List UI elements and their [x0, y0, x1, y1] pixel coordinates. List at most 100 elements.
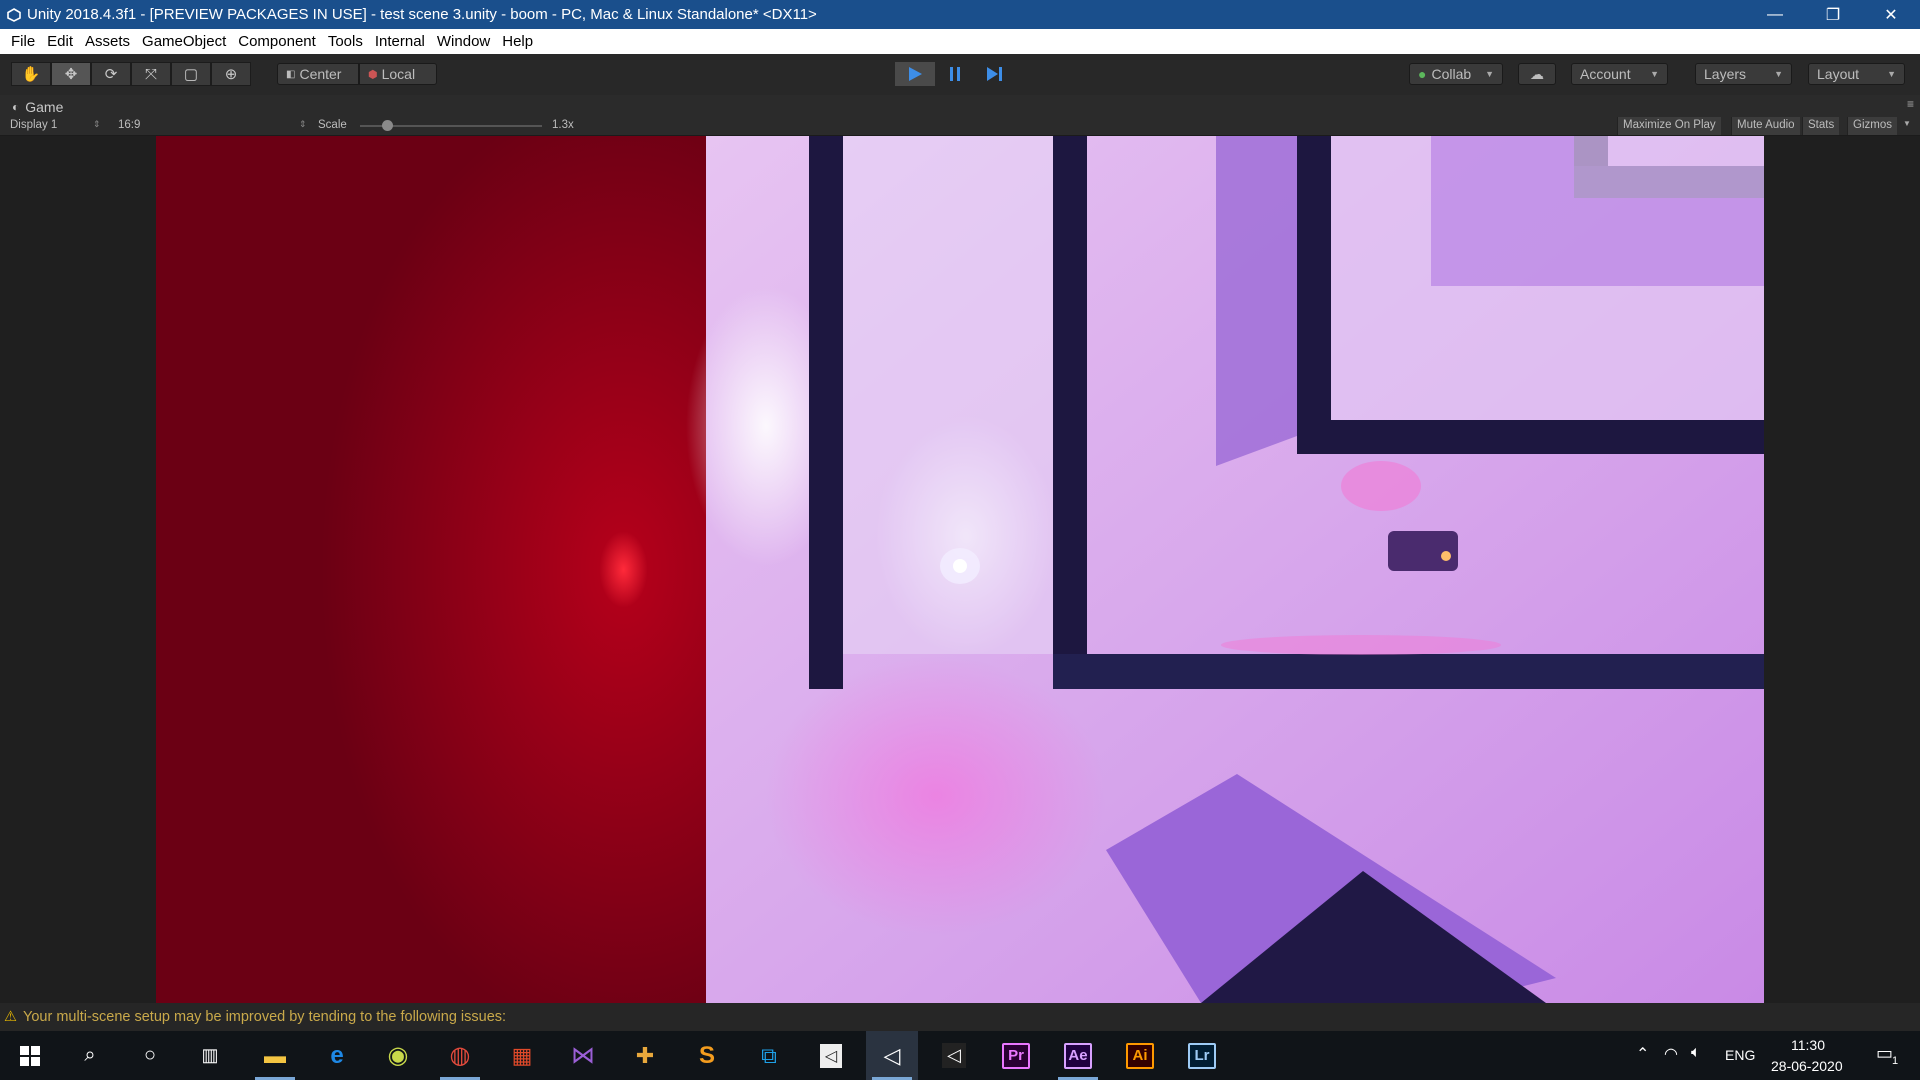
taskbar-chrome[interactable]: ◍	[434, 1031, 486, 1080]
taskbar-store[interactable]: ▦	[496, 1031, 548, 1080]
menu-internal[interactable]: Internal	[369, 29, 431, 54]
rotate-tool-button[interactable]: ⟳	[91, 62, 131, 86]
stats-button[interactable]: Stats	[1802, 117, 1840, 135]
menu-file[interactable]: File	[5, 29, 41, 54]
app-icon: ⧉	[761, 1042, 777, 1068]
gizmos-button[interactable]: Gizmos	[1847, 117, 1897, 135]
unity-icon: ◁	[942, 1043, 966, 1068]
layers-dropdown[interactable]: Layers ▼	[1695, 63, 1792, 85]
rect-icon: ▢	[183, 66, 199, 83]
taskbar: ⌕ ○ ▥ ▬ e ◉ ◍ ▦ ⋈ ✚ S ⧉ ◁ ◁ ◁ Pr Ae Ai L…	[0, 1031, 1920, 1080]
tab-game[interactable]: ◐ Game	[6, 97, 69, 116]
game-tab-label: Game	[25, 98, 64, 115]
move-icon: ✥	[64, 66, 78, 83]
layers-label: Layers	[1704, 66, 1747, 82]
premiere-icon: Pr	[1002, 1042, 1030, 1069]
game-render[interactable]	[156, 136, 1764, 1003]
chrome-icon: ◍	[449, 1042, 471, 1069]
taskbar-lightroom[interactable]: Lr	[1176, 1031, 1228, 1080]
display-dropdown[interactable]: Display 1	[10, 119, 57, 131]
status-message: Your multi-scene setup may be improved b…	[23, 1009, 507, 1025]
status-bar[interactable]: ⚠ Your multi-scene setup may be improved…	[0, 1003, 1920, 1031]
taskbar-unity-2[interactable]: ◁	[928, 1031, 980, 1080]
space-label: Local	[381, 66, 416, 82]
game-view[interactable]	[0, 136, 1920, 1003]
chevron-up-icon[interactable]: ⌃	[1636, 1044, 1649, 1064]
sublime-icon: S	[698, 1041, 715, 1069]
after-effects-icon: Ae	[1064, 1042, 1092, 1069]
menu-window[interactable]: Window	[431, 29, 496, 54]
taskbar-app-10[interactable]: ⧉	[743, 1031, 795, 1080]
taskbar-unity-editor[interactable]: ◁	[866, 1031, 918, 1080]
minimize-button[interactable]: —	[1746, 0, 1804, 29]
scale-tool-button[interactable]: ⤧	[131, 62, 171, 86]
move-tool-button[interactable]: ✥	[51, 62, 91, 86]
pivot-toggle[interactable]: ◧ Center	[277, 63, 359, 85]
scale-slider-handle[interactable]	[382, 120, 393, 131]
clock-time[interactable]: 11:30	[1791, 1037, 1825, 1053]
layout-dropdown[interactable]: Layout ▼	[1808, 63, 1905, 85]
title-bar: Unity 2018.4.3f1 - [PREVIEW PACKAGES IN …	[0, 0, 1920, 29]
taskbar-sublime[interactable]: S	[681, 1031, 733, 1080]
playback-controls	[895, 62, 1015, 86]
wifi-icon[interactable]: ◠	[1664, 1044, 1678, 1064]
clock-date[interactable]: 28-06-2020	[1771, 1058, 1843, 1074]
game-options-bar: Display 1 ⇕ 16:9 ⇕ Scale 1.3x Maximize O…	[0, 117, 1920, 135]
system-tray: ⌃ ◠ 🔈︎ ENG 11:30 28-06-2020 ▭ 1	[1630, 1031, 1920, 1080]
menu-tools[interactable]: Tools	[322, 29, 369, 54]
account-dropdown[interactable]: Account ▼	[1571, 63, 1668, 85]
panel-menu-icon[interactable]: ≡	[1907, 97, 1914, 111]
cloud-button[interactable]: ☁	[1518, 63, 1556, 85]
language-indicator[interactable]: ENG	[1725, 1047, 1755, 1063]
hand-tool-button[interactable]: ✋	[11, 62, 51, 86]
close-button[interactable]: ✕	[1862, 0, 1920, 29]
rotate-icon: ⟳	[104, 66, 118, 83]
menu-component[interactable]: Component	[232, 29, 322, 54]
pause-button[interactable]	[935, 62, 975, 86]
taskbar-unity-hub[interactable]: ◁	[805, 1031, 857, 1080]
restore-button[interactable]: ❐	[1804, 0, 1862, 29]
scale-label: Scale	[318, 119, 347, 131]
taskbar-visual-studio[interactable]: ⋈	[557, 1031, 609, 1080]
local-icon: ⬢	[368, 68, 378, 81]
check-icon: ●	[1418, 66, 1427, 82]
maximize-on-play-button[interactable]: Maximize On Play	[1617, 117, 1721, 135]
transform-tool-button[interactable]: ⊕	[211, 62, 251, 86]
taskbar-after-effects[interactable]: Ae	[1052, 1031, 1104, 1080]
taskbar-illustrator[interactable]: Ai	[1114, 1031, 1166, 1080]
account-label: Account	[1580, 66, 1631, 82]
mute-audio-button[interactable]: Mute Audio	[1731, 117, 1800, 135]
volume-icon[interactable]: 🔈︎	[1691, 1044, 1701, 1062]
taskbar-edge[interactable]: e	[311, 1031, 363, 1080]
task-view-button[interactable]: ▥	[184, 1031, 236, 1080]
cortana-icon: ○	[143, 1044, 157, 1066]
aspect-dropdown[interactable]: 16:9	[118, 119, 140, 131]
store-icon: ▦	[511, 1042, 533, 1068]
step-button[interactable]	[975, 62, 1015, 86]
chevron-down-icon: ▼	[1774, 69, 1783, 79]
chevron-down-icon: ▼	[1903, 119, 1911, 128]
rect-tool-button[interactable]: ▢	[171, 62, 211, 86]
notifications-icon[interactable]: ▭	[1876, 1043, 1893, 1064]
window-title: Unity 2018.4.3f1 - [PREVIEW PACKAGES IN …	[27, 6, 817, 23]
search-button[interactable]: ⌕	[64, 1031, 116, 1080]
menu-gameobject[interactable]: GameObject	[136, 29, 232, 54]
play-button[interactable]	[895, 62, 935, 86]
edge-icon: e	[330, 1041, 344, 1069]
taskbar-premiere[interactable]: Pr	[990, 1031, 1042, 1080]
menu-assets[interactable]: Assets	[79, 29, 136, 54]
space-toggle[interactable]: ⬢ Local	[359, 63, 437, 85]
folder-icon: ▬	[264, 1042, 286, 1068]
collab-label: Collab	[1431, 66, 1472, 82]
start-button[interactable]	[4, 1031, 56, 1080]
visual-studio-icon: ⋈	[571, 1042, 595, 1069]
taskbar-file-explorer[interactable]: ▬	[249, 1031, 301, 1080]
menu-help[interactable]: Help	[496, 29, 539, 54]
taskbar-app-3[interactable]: ◉	[372, 1031, 424, 1080]
cortana-button[interactable]: ○	[124, 1031, 176, 1080]
menu-edit[interactable]: Edit	[41, 29, 79, 54]
chevron-updown-icon: ⇕	[93, 119, 101, 129]
collab-dropdown[interactable]: ● Collab ▼	[1409, 63, 1503, 85]
search-icon: ⌕	[84, 1044, 96, 1066]
taskbar-slack[interactable]: ✚	[619, 1031, 671, 1080]
